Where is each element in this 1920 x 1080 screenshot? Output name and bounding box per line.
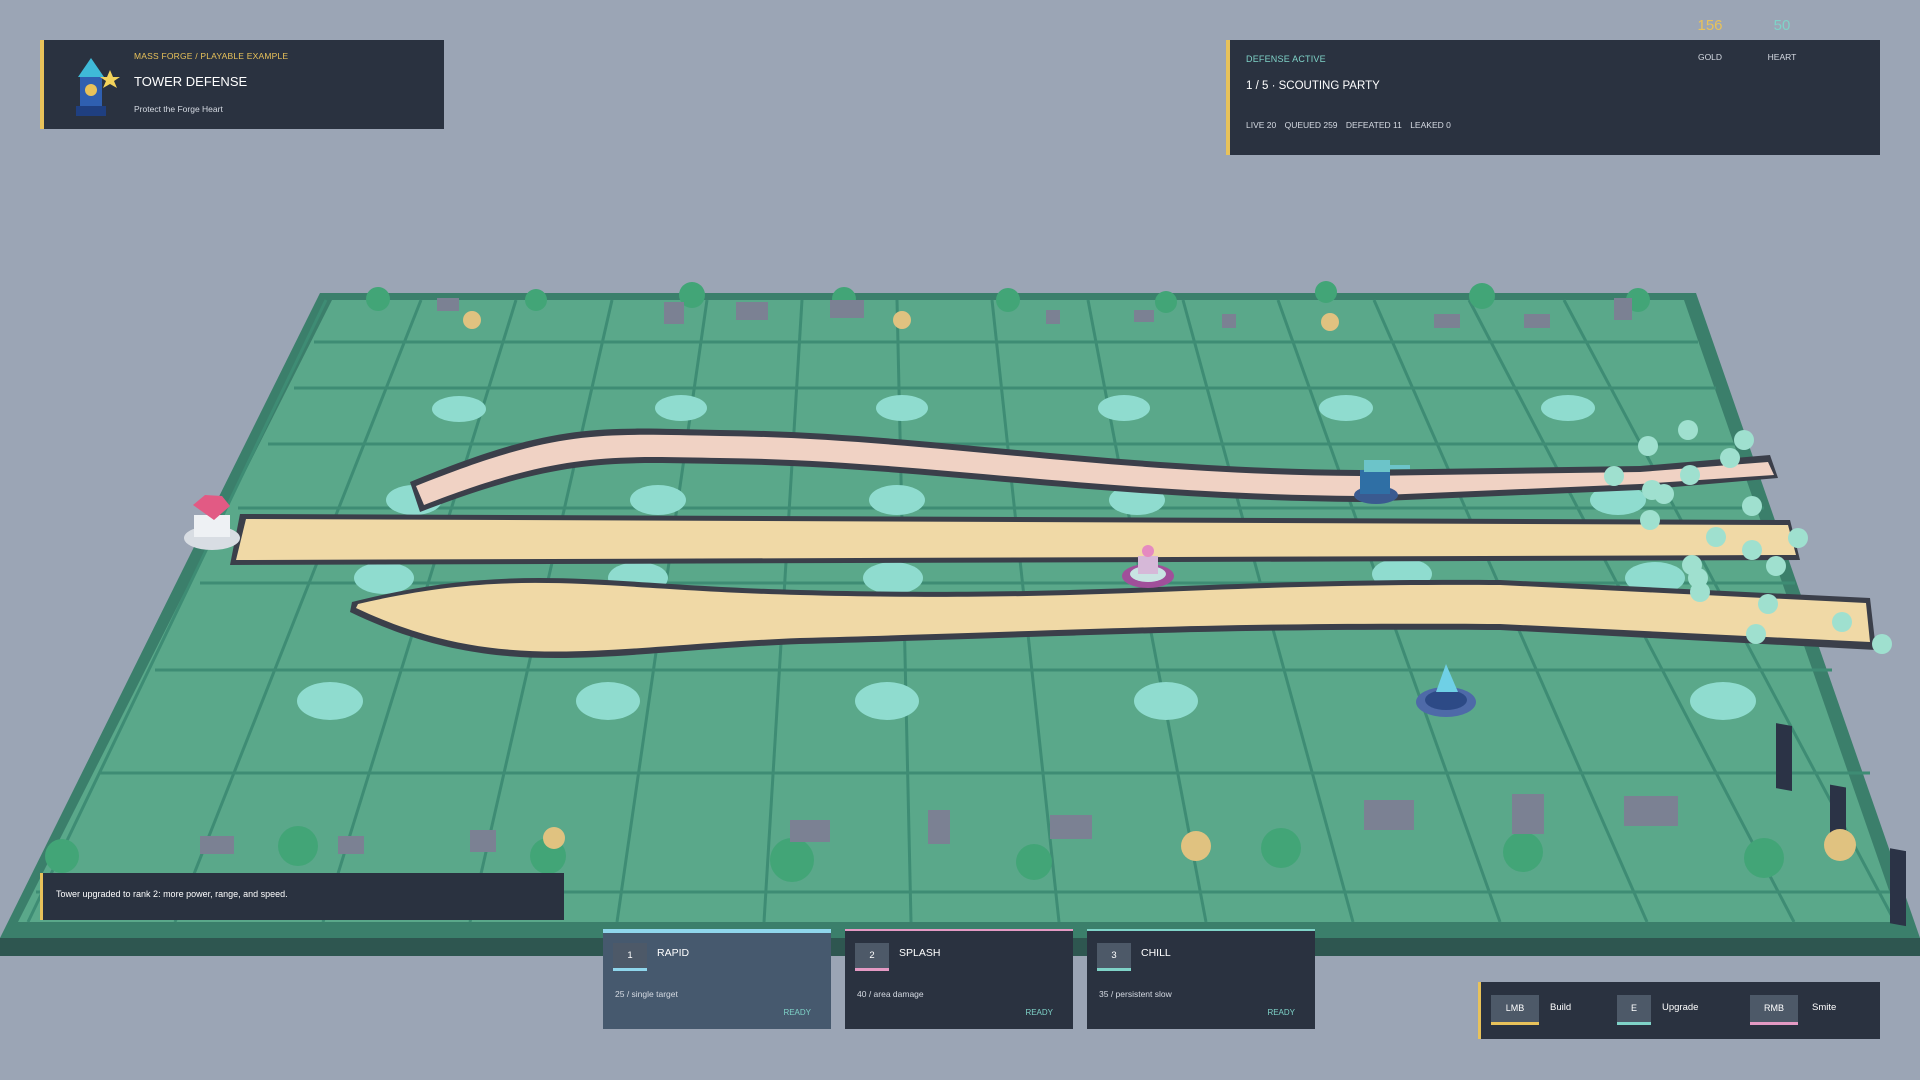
card-hotkey: 2 — [855, 943, 889, 968]
control-key-rmb: RMB — [1750, 995, 1798, 1022]
card-accent-bar — [845, 929, 1073, 931]
breadcrumb: MASS FORGE / PLAYABLE EXAMPLE — [134, 51, 289, 61]
card-state: READY — [1267, 1008, 1295, 1017]
gold-value: 156 — [1697, 17, 1723, 34]
control-label-build: Build — [1550, 1002, 1572, 1013]
card-desc: 25 / single target — [615, 989, 678, 999]
tower-icon — [76, 58, 120, 116]
card-hotkey: 3 — [1097, 943, 1131, 968]
stat-leaked: LEAKED 0 — [1410, 120, 1451, 130]
page-subtitle: Protect the Forge Heart — [134, 104, 223, 114]
message-text: Tower upgraded to rank 2: more power, ra… — [56, 889, 288, 899]
stat-queued: QUEUED 259 — [1284, 120, 1338, 130]
heart-counter: 50 HEART — [1752, 17, 1812, 62]
card-hotkey-underline — [1097, 968, 1131, 971]
control-key-underline — [1750, 1022, 1798, 1025]
card-accent-bar — [1087, 929, 1315, 931]
control-key-e: E — [1617, 995, 1651, 1022]
card-name: RAPID — [657, 947, 690, 959]
message-panel: Tower upgraded to rank 2: more power, ra… — [40, 873, 564, 920]
defense-status: DEFENSE ACTIVE — [1246, 54, 1326, 64]
control-key-lmb: LMB — [1491, 995, 1539, 1022]
card-state: READY — [783, 1008, 811, 1017]
card-desc: 35 / persistent slow — [1099, 989, 1172, 999]
controls-panel: LMB Build E Upgrade RMB Smite — [1478, 982, 1880, 1039]
control-label-upgrade: Upgrade — [1662, 1002, 1699, 1013]
tower-card-splash[interactable]: 2 SPLASH 40 / area damage READY — [845, 929, 1073, 1029]
gold-counter: 156 GOLD — [1680, 17, 1740, 62]
card-state: READY — [1025, 1008, 1053, 1017]
card-hotkey-underline — [613, 968, 647, 971]
gold-label: GOLD — [1697, 52, 1723, 62]
wave-title: 1 / 5 · SCOUTING PARTY — [1246, 80, 1380, 92]
card-hotkey: 1 — [613, 943, 647, 968]
heart-label: HEART — [1767, 52, 1797, 62]
card-desc: 40 / area damage — [857, 989, 924, 999]
stat-live: LIVE 20 — [1246, 120, 1277, 130]
control-label-smite: Smite — [1812, 1002, 1837, 1013]
card-name: CHILL — [1141, 947, 1171, 959]
stat-defeated: DEFEATED 11 — [1345, 120, 1402, 130]
title-panel: MASS FORGE / PLAYABLE EXAMPLE TOWER DEFE… — [40, 40, 444, 129]
card-hotkey-underline — [855, 968, 889, 971]
card-accent-bar — [603, 929, 831, 933]
page-title: TOWER DEFENSE — [134, 74, 248, 89]
wave-stats: LIVE 20 QUEUED 259 DEFEATED 11 LEAKED 0 — [1246, 120, 1457, 130]
control-key-underline — [1617, 1022, 1651, 1025]
card-name: SPLASH — [899, 947, 941, 959]
control-key-underline — [1491, 1022, 1539, 1025]
heart-value: 50 — [1773, 17, 1791, 34]
tower-card-rapid[interactable]: 1 RAPID 25 / single target READY — [603, 929, 831, 1029]
tower-card-chill[interactable]: 3 CHILL 35 / persistent slow READY — [1087, 929, 1315, 1029]
